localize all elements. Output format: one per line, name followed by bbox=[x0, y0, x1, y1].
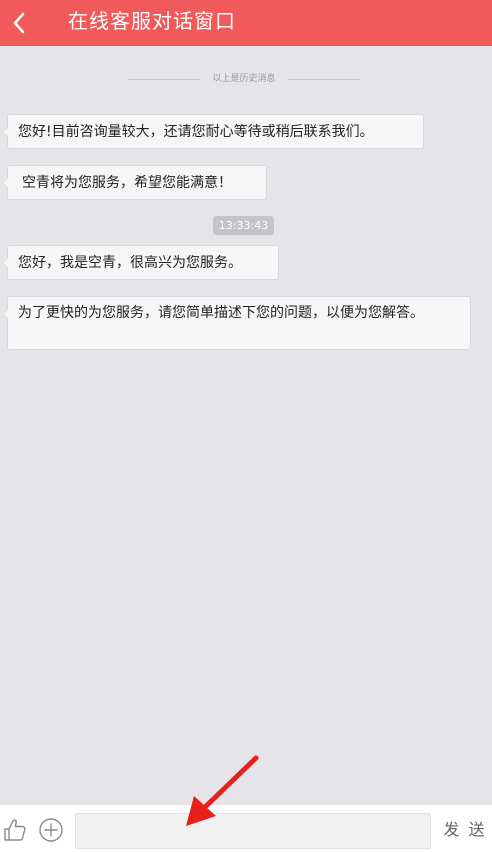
header-bar: 在线客服对话窗口 bbox=[0, 0, 492, 46]
input-bar: 发 送 bbox=[0, 804, 492, 852]
message-input[interactable] bbox=[75, 813, 431, 849]
message-timestamp: 13:33:43 bbox=[213, 216, 274, 235]
divider-line-left bbox=[128, 79, 200, 80]
send-button[interactable]: 发 送 bbox=[441, 817, 489, 843]
divider-line-right bbox=[288, 79, 360, 80]
like-button[interactable] bbox=[2, 817, 28, 843]
history-divider-label: 以上是历史消息 bbox=[212, 74, 276, 84]
history-divider: 以上是历史消息 bbox=[128, 70, 360, 88]
message-bubble: 空青将为您服务，希望您能满意！ bbox=[2, 165, 267, 200]
back-button[interactable] bbox=[4, 3, 44, 43]
message-bubble: 为了更快的为您服务，请您简单描述下您的问题，以便为您解答。 bbox=[2, 296, 471, 350]
message-bubble: 您好!目前咨询量较大，还请您耐心等待或稍后联系我们。 bbox=[2, 114, 424, 149]
chat-area[interactable]: 以上是历史消息 您好!目前咨询量较大，还请您耐心等待或稍后联系我们。 空青将为您… bbox=[0, 46, 492, 804]
chevron-left-icon bbox=[13, 12, 25, 34]
plus-circle-icon bbox=[39, 818, 63, 842]
add-button[interactable] bbox=[38, 817, 64, 843]
page-title: 在线客服对话窗口 bbox=[68, 9, 236, 33]
thumbs-up-icon bbox=[4, 819, 26, 841]
message-bubble: 您好，我是空青，很高兴为您服务。 bbox=[2, 245, 279, 280]
